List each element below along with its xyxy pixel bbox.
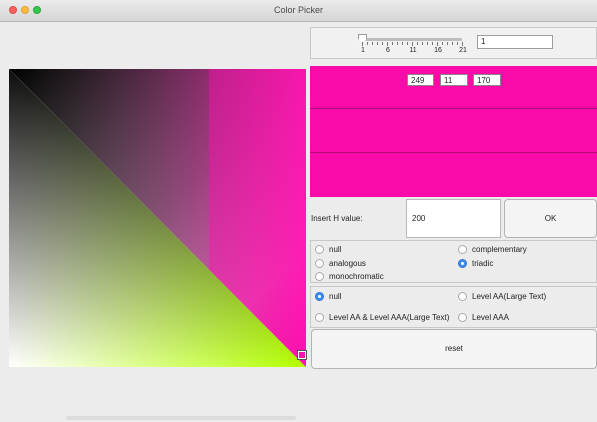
color-field-handle[interactable] [297, 350, 307, 360]
slider-track[interactable] [362, 38, 462, 41]
swatch-row: 249 11 170 [310, 66, 597, 109]
slider-tick [407, 42, 408, 45]
radio-label: null [329, 245, 342, 254]
slider-tick-labels: 1 6 11 16 21 [355, 47, 475, 57]
slider-tick [427, 42, 428, 45]
slider-tick [457, 42, 458, 45]
harmony-analogous-radio[interactable]: analogous [315, 259, 366, 268]
radio-label: Level AA & Level AAA(Large Text) [329, 313, 450, 322]
hue-input[interactable]: 200 [406, 199, 501, 238]
contrast-aa-aaa-large-radio[interactable]: Level AA & Level AAA(Large Text) [315, 313, 449, 322]
slider-tick [392, 42, 393, 45]
horizontal-scrollbar[interactable] [66, 416, 296, 420]
slider-tick [402, 42, 403, 45]
radio-indicator [315, 292, 324, 301]
contrast-radio-group: null Level AA(Large Text) Level AA & Lev… [310, 286, 597, 328]
reset-button[interactable]: reset [311, 329, 597, 369]
slider-tick [367, 42, 368, 45]
radio-label: triadic [472, 259, 494, 268]
slider-tick [412, 42, 413, 46]
harmony-complementary-radio[interactable]: complementary [458, 245, 527, 254]
blue-value[interactable]: 170 [473, 74, 501, 86]
radio-label: complementary [472, 245, 527, 254]
contrast-aaa-radio[interactable]: Level AAA [458, 313, 509, 322]
tick-label: 16 [434, 47, 442, 54]
slider-tick [437, 42, 438, 46]
radio-label: Level AA(Large Text) [472, 292, 547, 301]
swatch-row [310, 154, 597, 197]
tick-label: 6 [386, 47, 390, 54]
color-picker-window: Color Picker 1 6 11 16 21 1 249 11 170 I… [0, 0, 597, 422]
radio-indicator [458, 259, 467, 268]
window-title: Color Picker [273, 5, 323, 15]
title-bar: Color Picker [0, 0, 597, 22]
slider-tick [447, 42, 448, 45]
radio-indicator [458, 292, 467, 301]
slider-tick [422, 42, 423, 45]
slider-tick [387, 42, 388, 46]
radio-indicator [315, 245, 324, 254]
harmony-monochromatic-radio[interactable]: monochromatic [315, 272, 384, 281]
radio-label: monochromatic [329, 272, 384, 281]
harmony-null-radio[interactable]: null [315, 245, 341, 254]
contrast-aa-large-radio[interactable]: Level AA(Large Text) [458, 292, 546, 301]
slider-ticks [362, 42, 463, 46]
slider-tick [372, 42, 373, 45]
contrast-null-radio[interactable]: null [315, 292, 341, 301]
slider-tick [397, 42, 398, 45]
green-value[interactable]: 11 [440, 74, 468, 86]
slider-tick [377, 42, 378, 45]
tick-label: 1 [361, 47, 365, 54]
tick-label: 11 [409, 47, 417, 54]
size-slider-panel: 1 6 11 16 21 1 [310, 27, 597, 59]
radio-label: null [329, 292, 342, 301]
radio-indicator [315, 313, 324, 322]
slider-tick [462, 42, 463, 46]
tick-label: 21 [459, 47, 467, 54]
swatch-row [310, 110, 597, 153]
slider-value-input[interactable]: 1 [477, 35, 553, 49]
hue-label: Insert H value: [311, 214, 363, 223]
slider-tick [382, 42, 383, 45]
slider-tick [362, 42, 363, 46]
radio-label: Level AAA [472, 313, 509, 322]
color-swatch-panel: 249 11 170 [310, 66, 597, 197]
color-field-gradient [9, 69, 306, 367]
harmony-radio-group: null complementary analogous triadic mon… [310, 240, 597, 283]
slider-tick [452, 42, 453, 45]
harmony-triadic-radio[interactable]: triadic [458, 259, 493, 268]
slider-tick [432, 42, 433, 45]
slider-tick [442, 42, 443, 45]
radio-indicator [458, 245, 467, 254]
ok-button[interactable]: OK [504, 199, 597, 238]
radio-indicator [315, 259, 324, 268]
radio-indicator [458, 313, 467, 322]
slider-tick [417, 42, 418, 45]
radio-label: analogous [329, 259, 366, 268]
red-value[interactable]: 249 [407, 74, 434, 86]
color-field[interactable] [9, 69, 306, 367]
radio-indicator [315, 272, 324, 281]
